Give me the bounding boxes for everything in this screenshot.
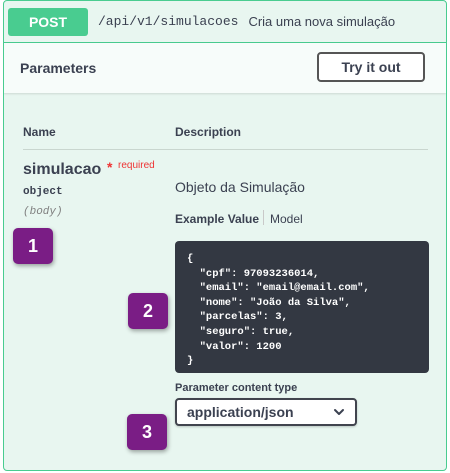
example-json-code[interactable]: { "cpf": 97093236014, "email": "email@em…: [175, 241, 429, 373]
parameter-name: simulacao: [23, 161, 102, 178]
parameters-header: Parameters Try it out: [4, 43, 446, 93]
required-star: *: [107, 159, 113, 175]
description-column-header: Description: [175, 125, 242, 139]
endpoint-path: /api/v1/simulacoes: [98, 14, 239, 29]
content-type-label: Parameter content type: [175, 382, 298, 394]
example-value-tab[interactable]: Example Value: [175, 212, 259, 226]
parameter-type: object: [23, 186, 63, 198]
content-type-value: application/json: [187, 404, 294, 420]
content-type-select[interactable]: application/json: [175, 398, 357, 426]
required-label: required: [118, 160, 155, 171]
annotation-badge-2: 2: [128, 293, 168, 329]
operation-summary[interactable]: POST /api/v1/simulacoes Cria uma nova si…: [4, 1, 446, 43]
try-it-out-button[interactable]: Try it out: [317, 52, 425, 82]
operation-summary-text: Cria uma nova simulação: [248, 14, 396, 29]
chevron-down-icon: [334, 409, 344, 415]
parameter-location: (body): [23, 206, 63, 218]
annotation-badge-1: 1: [13, 228, 53, 264]
operation-block-post: POST /api/v1/simulacoes Cria uma nova si…: [3, 0, 447, 471]
name-column-header: Name: [23, 125, 56, 139]
parameters-title: Parameters: [20, 60, 97, 76]
parameter-description: Objeto da Simulação: [175, 179, 305, 195]
annotation-badge-3: 3: [127, 414, 167, 450]
tab-separator: [263, 210, 264, 225]
model-tab[interactable]: Model: [270, 212, 303, 226]
table-divider: [23, 149, 428, 150]
method-badge: POST: [8, 7, 88, 36]
